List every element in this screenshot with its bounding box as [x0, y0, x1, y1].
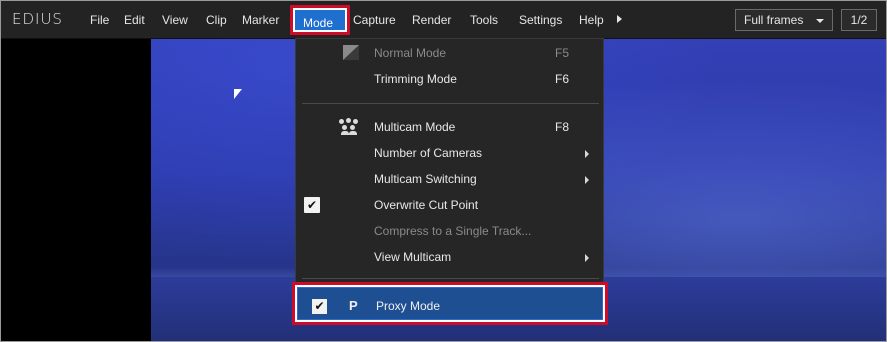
menu-row-label: Overwrite Cut Point [374, 198, 479, 212]
menu-render[interactable]: Render [412, 12, 451, 28]
page-indicator[interactable]: 1/2 [841, 9, 877, 31]
menu-row-view-multicam[interactable]: View Multicam [296, 244, 603, 270]
submenu-arrow-icon [585, 150, 589, 158]
menu-row-label: Multicam Mode [374, 120, 456, 134]
menu-row-proxy-mode[interactable]: ✔ P Proxy Mode [297, 287, 603, 320]
menu-row-shortcut: F5 [555, 46, 570, 60]
menu-row-label: Compress to a Single Track... [374, 224, 532, 238]
menu-help[interactable]: Help [579, 12, 604, 28]
menu-capture[interactable]: Capture [353, 12, 396, 28]
menu-row-label: Trimming Mode [374, 72, 457, 86]
menu-bar: EDIUS File Edit View Clip Marker Mode Ca… [1, 1, 886, 39]
menu-tools[interactable]: Tools [470, 12, 498, 28]
menu-row-label: Number of Cameras [374, 146, 483, 160]
menu-separator [302, 103, 599, 104]
edius-logo: EDIUS [12, 10, 63, 28]
menu-mode[interactable]: Mode [303, 15, 333, 31]
view-size-select-value: Full frames [744, 13, 804, 27]
menu-view[interactable]: View [162, 12, 188, 28]
menu-row-label: Normal Mode [374, 46, 447, 60]
checkmark-icon: ✔ [304, 197, 320, 213]
menu-row-trimming-mode[interactable]: Trimming Mode F6 [296, 66, 603, 92]
menu-marker[interactable]: Marker [242, 12, 279, 28]
menu-row-overwrite-cut-point[interactable]: ✔ Overwrite Cut Point [296, 192, 603, 218]
menu-file[interactable]: File [90, 12, 109, 28]
menu-row-compress-single-track[interactable]: Compress to a Single Track... [296, 218, 603, 244]
menu-row-label: Multicam Switching [374, 172, 477, 186]
menu-separator [302, 278, 599, 279]
menu-row-label: Proxy Mode [376, 299, 441, 313]
menu-row-label: View Multicam [374, 250, 452, 264]
menu-settings[interactable]: Settings [519, 12, 562, 28]
checkmark-icon: ✔ [312, 299, 327, 314]
menu-row-normal-mode[interactable]: Normal Mode F5 [296, 40, 603, 66]
multicam-icon [338, 118, 360, 136]
menu-row-multicam-switching[interactable]: Multicam Switching [296, 166, 603, 192]
page-indicator-label: 1/2 [850, 13, 868, 27]
normal-mode-icon [343, 45, 359, 60]
proxy-p-icon: P [349, 298, 358, 313]
menu-mode-highlight-box[interactable]: Mode [290, 5, 350, 35]
proxy-mode-highlight-box[interactable]: ✔ P Proxy Mode [292, 282, 608, 325]
submenu-arrow-icon [585, 176, 589, 184]
menu-row-number-of-cameras[interactable]: Number of Cameras [296, 140, 603, 166]
submenu-arrow-icon [585, 254, 589, 262]
edius-window: EDIUS File Edit View Clip Marker Mode Ca… [0, 0, 887, 342]
menu-row-shortcut: F6 [555, 72, 570, 86]
menu-edit[interactable]: Edit [124, 12, 145, 28]
menu-overflow-arrow-icon[interactable] [617, 15, 622, 23]
menu-row-shortcut: F8 [555, 120, 570, 134]
mouse-cursor-icon [234, 89, 242, 99]
menu-clip[interactable]: Clip [206, 12, 227, 28]
chevron-down-icon [816, 19, 824, 23]
view-size-select[interactable]: Full frames [735, 9, 833, 31]
menu-mode-selected-bg: Mode [295, 10, 345, 30]
menu-row-multicam-mode[interactable]: Multicam Mode F8 [296, 114, 603, 140]
